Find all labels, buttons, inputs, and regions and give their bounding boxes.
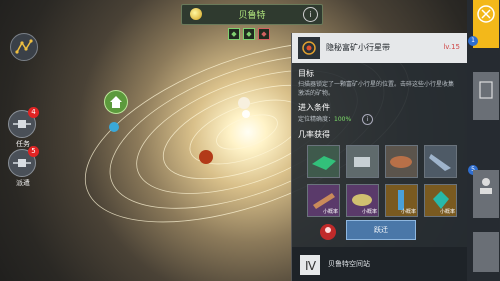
status-indicator-2: ◆ [243, 28, 255, 40]
status-indicator-3: ◆ [258, 28, 270, 40]
reward-blue-cylinder[interactable]: 小概率 [385, 184, 418, 217]
reward-copper-ore[interactable] [385, 145, 418, 178]
reward-tag: 小概率 [361, 209, 377, 215]
svg-text:Ⅳ: Ⅳ [305, 259, 316, 273]
home-icon [110, 96, 122, 108]
entry-condition: 定位精确度：100% [298, 115, 458, 124]
panel-header: 隐秘富矿小行星带 lv.15 [292, 33, 468, 63]
network-button[interactable] [10, 33, 38, 61]
reward-purple-ore[interactable]: 小概率 [346, 184, 379, 217]
dispatch-label: 派遣 [16, 179, 30, 187]
tab-document[interactable] [473, 72, 499, 120]
green-crystal-icon [312, 156, 336, 170]
station-name: 贝鲁特空间站 [328, 260, 370, 268]
home-station-marker[interactable] [104, 90, 128, 114]
reward-heading: 几率获得 [298, 130, 330, 139]
task-circle: 4 [8, 107, 39, 138]
task-button[interactable]: 4 任务 [8, 107, 39, 149]
reward-green-crystal[interactable] [307, 145, 340, 178]
reward-blue-shard[interactable] [424, 145, 457, 178]
location-title: 贝鲁特 [238, 11, 266, 21]
network-icon [15, 39, 33, 54]
metal-scrap-icon [354, 157, 370, 167]
task-badge: 4 [28, 107, 39, 118]
reward-metal-scrap[interactable] [346, 145, 379, 178]
tab-people[interactable] [473, 170, 499, 218]
entry-heading: 进入条件 [298, 103, 330, 112]
entry-label: 定位精确度： [298, 116, 335, 123]
people-icon [480, 178, 492, 194]
reward-tag: 小概率 [400, 209, 416, 215]
info-icon[interactable]: i [303, 7, 318, 22]
asteroid-thumb-icon [298, 37, 320, 59]
reward-wood-board[interactable]: 小概率 [307, 184, 340, 217]
jump-button[interactable]: 跃迁 [346, 220, 416, 240]
right-tab-column: 1 5 [467, 0, 500, 281]
reward-tag: 小概率 [322, 209, 338, 215]
tab-more[interactable] [473, 232, 499, 272]
document-icon [479, 81, 493, 99]
planet-small[interactable] [242, 110, 250, 118]
coin-icon [190, 8, 202, 20]
panel-title: 隐秘富矿小行星带 [326, 43, 390, 52]
blue-shard-icon [429, 154, 451, 171]
reward-tag: 小概率 [439, 209, 455, 215]
goal-heading: 目标 [298, 69, 314, 78]
commander-icon [317, 221, 339, 243]
panel-footer: Ⅳ 贝鲁特空间站 [292, 247, 468, 281]
planet-red[interactable] [199, 150, 213, 164]
tab-badge-1: 1 [468, 36, 478, 46]
copper-ore-icon [390, 156, 412, 168]
station-icon: Ⅳ [300, 255, 320, 275]
goal-text: 扫描器锁定了一颗富矿小行星的位置。击碎这些小行星收集激活的矿物。 [298, 81, 455, 97]
status-indicator-1: ◆ [228, 28, 240, 40]
planet-blue[interactable] [109, 122, 119, 132]
planet-white[interactable] [238, 97, 250, 109]
reward-grid: 小概率 小概率 小概率 小概率 [307, 145, 457, 217]
entry-info-icon[interactable]: i [362, 114, 373, 125]
reward-teal-gem[interactable]: 小概率 [424, 184, 457, 217]
entry-value: 100% [334, 116, 352, 123]
dispatch-button[interactable]: 5 派遣 [8, 146, 39, 188]
dispatch-badge: 5 [28, 146, 39, 157]
dispatch-circle: 5 [8, 146, 39, 177]
location-bar: 贝鲁特 i [181, 4, 323, 25]
panel-level: lv.15 [443, 43, 460, 51]
mission-panel: 隐秘富矿小行星带 lv.15 目标 扫描器锁定了一颗富矿小行星的位置。击碎这些小… [291, 33, 468, 281]
status-indicators: ◆ ◆ ◆ [228, 28, 270, 40]
